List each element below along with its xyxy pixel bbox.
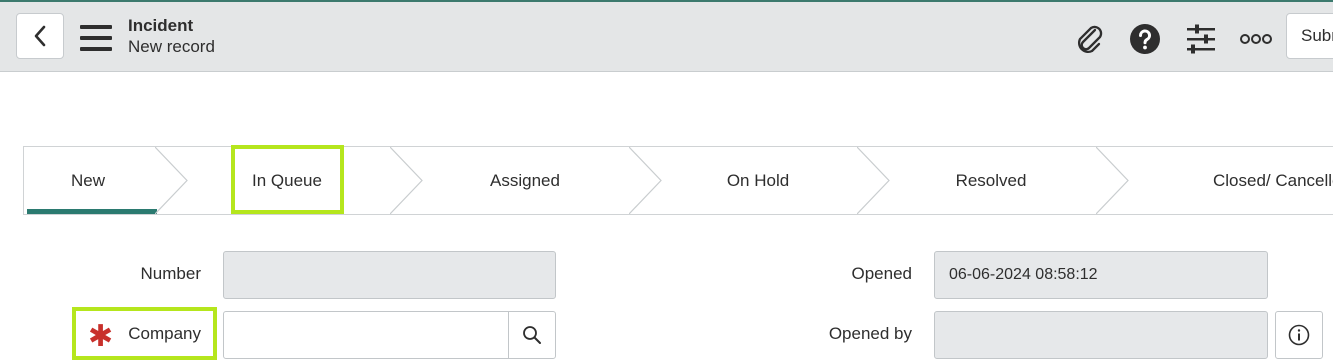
stage-separator: [390, 147, 423, 214]
more-options-icon: [1240, 34, 1272, 44]
opened-field[interactable]: 06-06-2024 08:58:12: [934, 251, 1268, 299]
help-button[interactable]: [1128, 22, 1162, 56]
more-options-button[interactable]: [1239, 22, 1273, 56]
search-icon: [523, 326, 541, 344]
page-subtitle: New record: [128, 37, 215, 56]
stage-resolved[interactable]: Resolved: [891, 147, 1091, 214]
submit-button[interactable]: Submit: [1286, 13, 1333, 59]
personalize-form-button[interactable]: [1184, 22, 1218, 56]
opened-by-info-button[interactable]: [1275, 311, 1323, 359]
sliders-icon: [1187, 24, 1215, 54]
chevron-left-icon: [34, 25, 46, 47]
number-label: Number: [140, 264, 201, 283]
stage-on-hold[interactable]: On Hold: [663, 147, 853, 214]
company-lookup-button[interactable]: [508, 311, 556, 359]
help-icon: [1130, 24, 1160, 54]
stage-separator: [857, 147, 890, 214]
opened-by-field[interactable]: [934, 311, 1268, 359]
stage-separator: [629, 147, 662, 214]
highlight-box: [231, 145, 344, 214]
stage-separator: [155, 147, 188, 214]
form-header: Incident New record Submit: [0, 2, 1333, 72]
header-titles: Incident New record: [128, 15, 215, 57]
company-input[interactable]: [223, 311, 509, 359]
attachment-button[interactable]: [1073, 22, 1107, 56]
hamburger-menu-icon[interactable]: [80, 25, 112, 51]
opened-label: Opened: [851, 264, 913, 283]
stage-assigned[interactable]: Assigned: [424, 147, 626, 214]
company-label: Company: [128, 324, 201, 343]
back-button[interactable]: [16, 13, 64, 59]
active-stage-indicator: [27, 209, 157, 214]
page-title: Incident: [128, 16, 194, 35]
stage-new[interactable]: New: [24, 147, 152, 214]
opened-by-label: Opened by: [828, 324, 912, 343]
state-progress-bar: New In Queue Assigned On Hold Resolved C…: [23, 146, 1333, 215]
stage-separator: [1096, 147, 1129, 214]
info-icon: [1288, 324, 1310, 346]
paperclip-icon: [1078, 25, 1103, 53]
stage-closed-cancelled[interactable]: Closed/ Cancelled: [1213, 147, 1333, 214]
number-field[interactable]: [223, 251, 556, 299]
